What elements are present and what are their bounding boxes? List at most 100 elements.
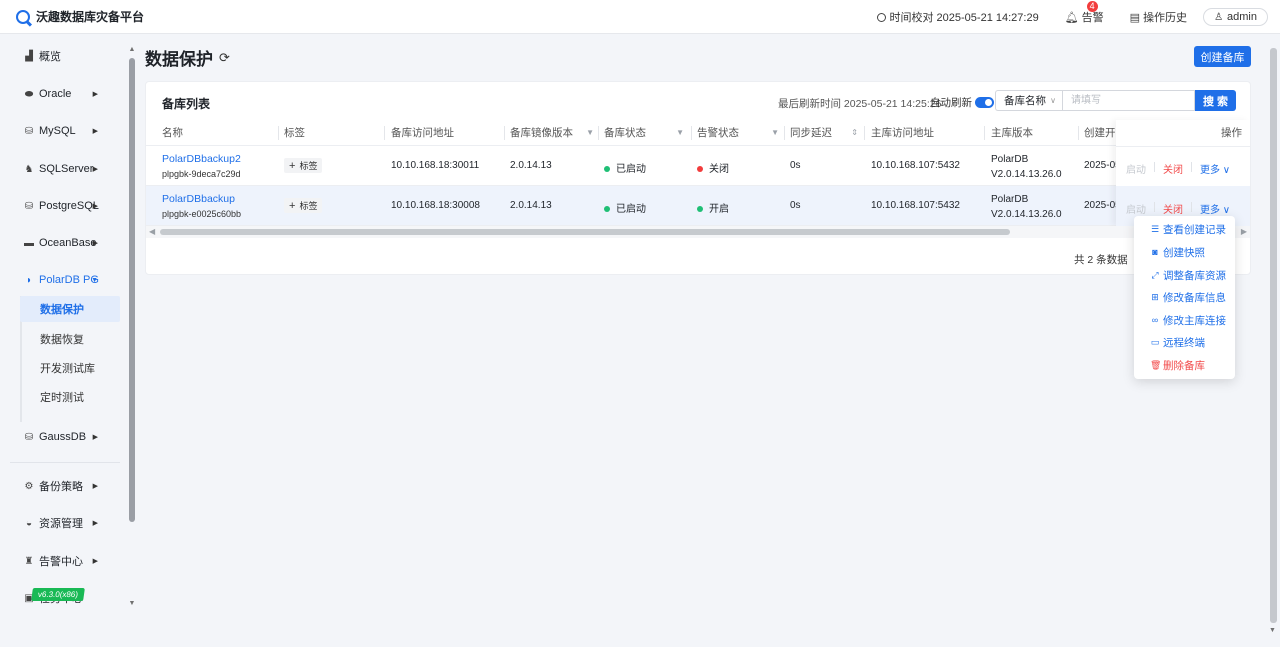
close-button[interactable]: 关闭 (1163, 201, 1183, 216)
menu-item-label: 修改备库信息 (1163, 291, 1226, 304)
primary-version-line: PolarDB (991, 194, 1029, 205)
standby-name-link[interactable]: PolarDBbackup (162, 193, 241, 205)
alert-cell: 开启 (697, 200, 729, 215)
column-header-status[interactable]: 备库状态 ▼ (604, 120, 690, 146)
sidebar-item-resource-management[interactable]: ◒ 资源管理 ▶ (0, 508, 120, 538)
alerts-button[interactable]: 🔔︎ 告警 4 (1065, 1, 1104, 25)
page-scrollbar[interactable] (1270, 48, 1277, 623)
sidebar-item-sqlserver[interactable]: ♞ SQLServer ▶ (0, 154, 120, 184)
page-title: 数据保护 ⟳ (145, 45, 230, 70)
list-icon: ☰ (1150, 223, 1160, 234)
sidebar-item-label: GaussDB (39, 431, 87, 443)
scroll-down-icon[interactable]: ▼ (128, 600, 136, 607)
more-button[interactable]: 更多 ∨ (1200, 201, 1230, 216)
sidebar-subitem-dev-test-db[interactable]: 开发测试库 (20, 355, 120, 381)
chevron-right-icon: ▶ (92, 483, 98, 490)
menu-item-remote-terminal[interactable]: ▭ 远程终端 (1134, 331, 1235, 353)
standby-name-link[interactable]: PolarDBbackup2 (162, 153, 241, 165)
sidebar-item-gaussdb[interactable]: ⛁ GaussDB ▶ (0, 422, 120, 452)
sidebar-subitem-data-protection[interactable]: 数据保护 (20, 296, 120, 322)
sidebar-item-oceanbase[interactable]: ▬ OceanBase ▶ (0, 228, 120, 258)
menu-item-delete-standby[interactable]: 🗑︎ 删除备库 (1134, 354, 1235, 376)
primary-address-cell: 10.10.168.107:5432 (871, 160, 960, 171)
add-tag-button[interactable]: + 标签 (284, 198, 323, 213)
operations-column: 操作 启动 关闭 更多 ∨ 启动 关闭 更多 ∨ (1116, 120, 1250, 226)
chevron-right-icon: ▶ (92, 128, 98, 135)
sidebar-item-oracle[interactable]: ⬬ Oracle ▶ (0, 79, 120, 109)
auto-refresh: 自动刷新 (930, 95, 994, 110)
add-tag-button[interactable]: + 标签 (284, 158, 323, 173)
plus-icon: + (289, 159, 296, 172)
close-button[interactable]: 关闭 (1163, 161, 1183, 176)
chevron-down-icon: ∨ (1050, 96, 1056, 105)
history-button[interactable]: ▤ 操作历史 (1130, 9, 1187, 25)
sidebar-item-alarm-center[interactable]: ♜ 告警中心 ▶ (0, 546, 120, 576)
primary-version-line: V2.0.14.13.26.0 (991, 209, 1062, 220)
status-text: 已启动 (616, 204, 646, 215)
menu-item-adjust-resources[interactable]: ⤢ 调整备库资源 (1134, 264, 1235, 286)
create-standby-button[interactable]: 创建备库 (1194, 46, 1251, 67)
column-header-image-version[interactable]: 备库镜像版本 ▼ (510, 120, 600, 146)
sidebar-item-mysql[interactable]: ⛁ MySQL ▶ (0, 116, 120, 146)
app-logo[interactable]: 沃趣数据库灾备平台 (16, 8, 144, 25)
chevron-down-icon: ∨ (1222, 165, 1231, 176)
user-menu[interactable]: ♙ admin (1203, 8, 1268, 26)
row-divider (1116, 146, 1250, 147)
filter-icon[interactable]: ▼ (676, 120, 684, 146)
column-header-label: 同步延迟 (790, 127, 832, 139)
time-check-label: 时间校对 2025-05-21 14:27:29 (889, 12, 1039, 24)
sidebar-subitem-data-recovery[interactable]: 数据恢复 (20, 326, 120, 352)
database-icon: ▬ (24, 237, 34, 249)
scroll-up-icon[interactable]: ▲ (128, 46, 136, 53)
alerts-count-badge: 4 (1086, 1, 1098, 12)
column-header-sync-delay[interactable]: 同步延迟 ⇕ (790, 120, 864, 146)
menu-item-create-snapshot[interactable]: ◙ 创建快照 (1134, 241, 1235, 263)
refresh-icon[interactable]: ⟳ (219, 50, 230, 66)
column-separator (278, 126, 279, 140)
sidebar-subitem-scheduled-test[interactable]: 定时测试 (20, 384, 120, 410)
chevron-right-icon: ▶ (92, 520, 98, 527)
clock-icon (877, 12, 887, 22)
filter-icon[interactable]: ▼ (771, 120, 779, 146)
start-button[interactable]: 启动 (1126, 161, 1146, 176)
menu-item-view-create-records[interactable]: ☰ 查看创建记录 (1134, 218, 1235, 240)
plus-icon: + (289, 199, 296, 212)
menu-item-edit-primary-connection[interactable]: ∞ 修改主库连接 (1134, 309, 1235, 331)
table-row: PolarDBbackup plpgbk-e0025c60bb + 标签 10.… (146, 186, 1250, 226)
column-header-name: 名称 (162, 127, 183, 139)
sidebar-item-label: 概览 (39, 51, 61, 63)
sidebar-item-polardb-pg[interactable]: ◗ PolarDB PG ▼ (0, 265, 120, 295)
camera-icon: ◙ (1152, 247, 1158, 257)
sidebar-item-overview[interactable]: ▟ 概览 (0, 41, 120, 71)
status-cell: 已启动 (604, 200, 646, 215)
time-check[interactable]: 时间校对 2025-05-21 14:27:29 (877, 9, 1039, 25)
more-button[interactable]: 更多 ∨ (1200, 161, 1230, 176)
search-field-select[interactable]: 备库名称 ∨ (995, 90, 1062, 111)
auto-refresh-toggle[interactable] (975, 97, 994, 108)
scroll-right-icon[interactable]: ▶ (1241, 227, 1247, 236)
menu-item-edit-standby-info[interactable]: ⊞ 修改备库信息 (1134, 286, 1235, 308)
search-button[interactable]: 搜 索 (1195, 90, 1236, 111)
scroll-left-icon[interactable]: ◀ (149, 227, 155, 236)
search-input[interactable] (1062, 90, 1195, 111)
chevron-right-icon: ▶ (92, 558, 98, 565)
scroll-down-icon[interactable]: ▼ (1269, 627, 1276, 634)
status-dot (604, 206, 610, 213)
table-horizontal-scrollbar[interactable]: ◀ ▶ (146, 226, 1250, 238)
history-icon: ▤ (1129, 11, 1141, 24)
status-text: 已启动 (616, 164, 646, 175)
op-separator (1191, 162, 1192, 172)
sidebar-item-backup-policy[interactable]: ⚙ 备份策略 ▶ (0, 471, 120, 501)
op-separator (1154, 162, 1155, 172)
start-button[interactable]: 启动 (1126, 201, 1146, 216)
sidebar-item-label: PostgreSQL (39, 200, 99, 212)
filter-icon[interactable]: ▼ (586, 120, 594, 146)
column-header-alert[interactable]: 告警状态 ▼ (697, 120, 785, 146)
sidebar-item-postgresql[interactable]: ⛁ PostgreSQL ▶ (0, 191, 120, 221)
column-header-label: 备库镜像版本 (510, 127, 573, 139)
sidebar-scrollbar[interactable] (129, 58, 135, 522)
search-group: 备库名称 ∨ 搜 索 (995, 90, 1236, 111)
sort-icon[interactable]: ⇕ (851, 120, 858, 146)
horizontal-scroll-thumb[interactable] (160, 229, 1010, 235)
top-right-tools: 时间校对 2025-05-21 14:27:29 🔔︎ 告警 4 ▤ 操作历史 … (851, 0, 1268, 34)
